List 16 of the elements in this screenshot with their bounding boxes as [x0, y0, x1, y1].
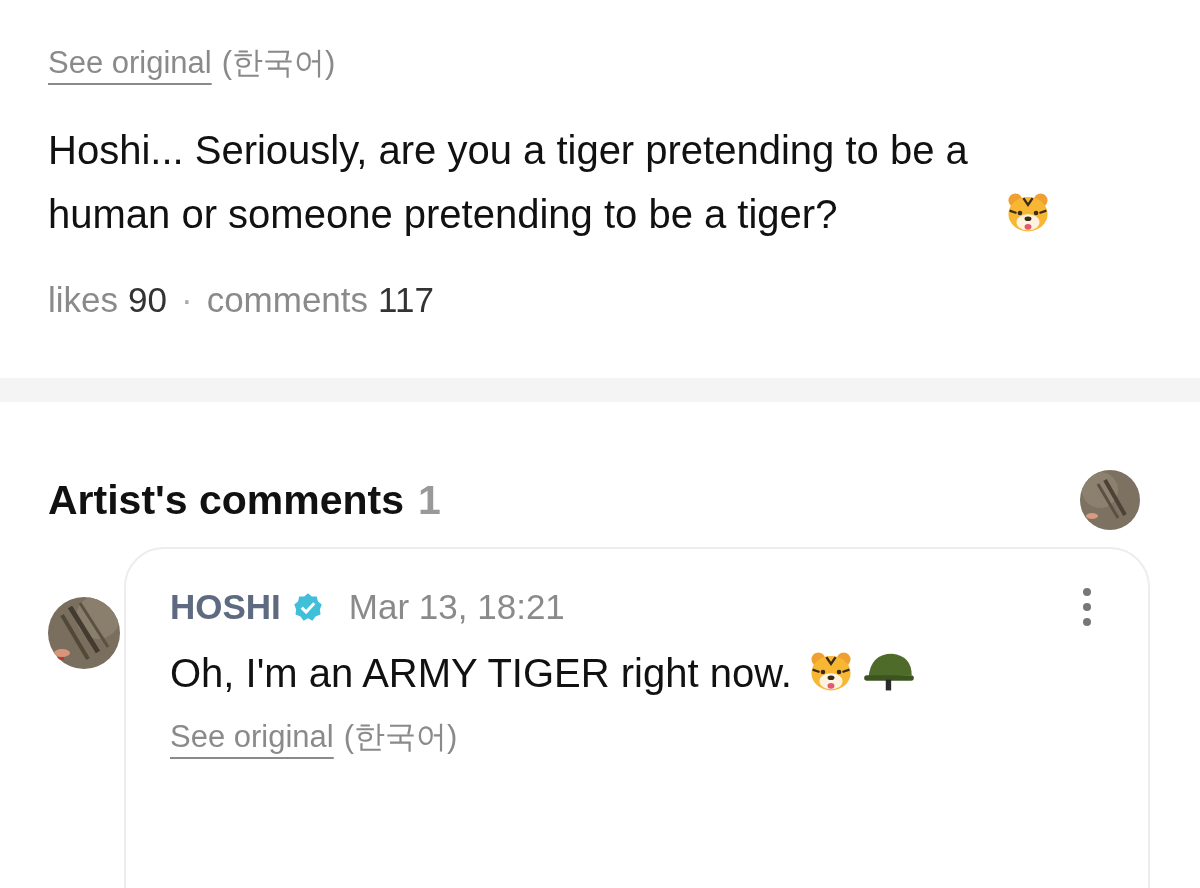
language-label: (한국어): [221, 44, 336, 82]
comments-count: 117: [378, 280, 434, 320]
comment-count: 1: [418, 476, 441, 524]
comments-label: comments: [206, 280, 369, 320]
separator-dot: ·: [180, 280, 193, 320]
likes-count: 90: [128, 280, 167, 320]
author-name[interactable]: HOSHI: [170, 587, 281, 627]
post-text: Hoshi... Seriously, are you a tiger pretending to be a human or someone pretending to be a tiger?: [48, 127, 969, 238]
more-options-icon[interactable]: [1082, 587, 1092, 627]
likes-label: likes: [48, 280, 119, 320]
language-label: (한국어): [343, 718, 458, 756]
comment-time: Mar 13, 18:21: [348, 587, 565, 627]
section-title: Artist's comments: [48, 476, 405, 524]
see-original-link[interactable]: See original: [48, 45, 212, 81]
comment-text: Oh, I'm an ARMY TIGER right now.: [170, 651, 792, 695]
see-original-link[interactable]: See original: [170, 719, 334, 755]
